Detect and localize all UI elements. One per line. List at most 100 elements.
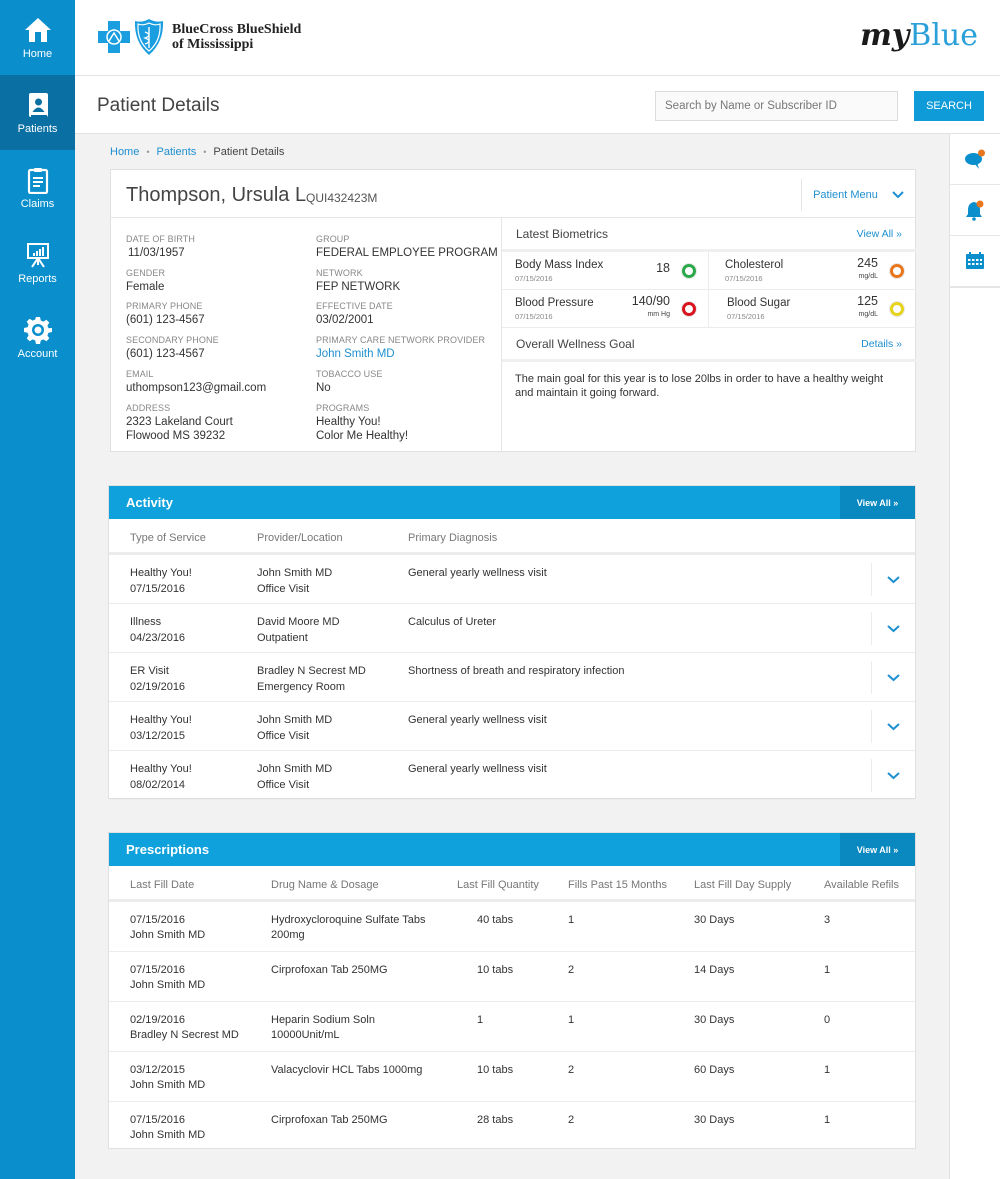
biometric-date: 07/15/2016: [515, 274, 553, 283]
chevron-down-icon: [887, 673, 900, 681]
prescription-row[interactable]: 07/15/2016 John Smith MD Cirprofoxan Tab…: [109, 1102, 915, 1152]
provider-name: John Smith MD: [257, 763, 333, 775]
biometric-body-mass-index: Body Mass Index 07/15/2016 18: [502, 252, 709, 290]
available-refills: 1: [824, 964, 831, 976]
expand-row-button[interactable]: [871, 563, 915, 596]
prescription-row[interactable]: 07/15/2016 John Smith MD Cirprofoxan Tab…: [109, 952, 915, 1002]
field-label: PROGRAMS: [316, 403, 370, 413]
drug-name: Cirprofoxan Tab 250MG: [271, 964, 388, 976]
clipboard-icon: [27, 167, 48, 194]
sidebar-item-home[interactable]: Home: [0, 0, 75, 75]
page-bar: Patient Details SEARCH: [75, 76, 1000, 134]
prescriptions-title: Prescriptions: [126, 842, 210, 857]
biometric-value: 140/90 mm Hg: [632, 295, 670, 321]
biometric-name: Blood Sugar: [727, 297, 791, 309]
bell-notification-icon: [966, 200, 984, 221]
fills-past-15-months: 2: [568, 964, 575, 976]
last-fill-date: 03/12/2015: [130, 1064, 186, 1076]
field-value: uthompson123@gmail.com: [126, 382, 267, 394]
activity-table-header: Type of Service Provider/Location Primar…: [109, 519, 915, 555]
biometric-value: 18: [656, 262, 670, 275]
field-primary-phone: PRIMARY PHONE (601) 123-4567: [126, 301, 205, 327]
field-label: EFFECTIVE DATE: [316, 301, 393, 311]
search-button[interactable]: SEARCH: [914, 91, 984, 121]
biometric-name: Blood Pressure: [515, 297, 594, 309]
expand-row-button[interactable]: [871, 661, 915, 694]
presentation-chart-icon: [26, 242, 49, 268]
service-date: 04/23/2016: [130, 632, 186, 644]
last-fill-day-supply: 60 Days: [694, 1064, 735, 1076]
biometric-unit: mm Hg: [647, 311, 670, 318]
column-header: Last Fill Quantity: [457, 879, 539, 891]
sidebar-item-label: Reports: [18, 272, 57, 285]
activity-row[interactable]: Healthy You! 07/15/2016 John Smith MD Of…: [109, 555, 915, 604]
chevron-down-icon: [887, 575, 900, 583]
rail-notifications[interactable]: [950, 185, 1000, 236]
column-header: Drug Name & Dosage: [271, 879, 379, 891]
field-value: 2323 Lakeland Court: [126, 416, 233, 428]
activity-view-all-button[interactable]: View All »: [840, 486, 915, 519]
prescriber-name: John Smith MD: [130, 929, 206, 941]
prescription-row[interactable]: 07/15/2016 John Smith MD Hydroxycloroqui…: [109, 902, 915, 952]
breadcrumb-home[interactable]: Home: [110, 146, 139, 159]
chevron-down-icon: [887, 771, 900, 779]
sidebar-item-reports[interactable]: Reports: [0, 225, 75, 300]
biometric-date: 07/15/2016: [727, 312, 765, 321]
sidebar-item-label: Account: [17, 347, 58, 360]
primary-diagnosis: General yearly wellness visit: [408, 714, 547, 726]
column-header: Fills Past 15 Months: [568, 879, 668, 891]
wellness-goal-text: The main goal for this year is to lose 2…: [515, 373, 884, 399]
wellness-details-link[interactable]: Details »: [861, 338, 902, 350]
status-ring-icon: [682, 264, 696, 278]
drug-name: Valacyclovir HCL Tabs 1000mg: [271, 1064, 423, 1076]
provider-location: Office Visit: [257, 583, 310, 595]
rail-calendar[interactable]: [950, 236, 1000, 287]
activity-row[interactable]: ER Visit 02/19/2016 Bradley N Secrest MD…: [109, 653, 915, 702]
activity-row[interactable]: Illness 04/23/2016 David Moore MD Outpat…: [109, 604, 915, 653]
prescription-row[interactable]: 03/12/2015 John Smith MD Valacyclovir HC…: [109, 1052, 915, 1102]
field-label: EMAIL: [126, 369, 154, 379]
sidebar-item-patients[interactable]: Patients: [0, 75, 75, 150]
brand-my: my: [860, 18, 910, 53]
breadcrumb-patients[interactable]: Patients: [157, 146, 197, 159]
rail-messages[interactable]: [950, 134, 1000, 185]
prescription-row[interactable]: 02/19/2016 Bradley N Secrest MD Heparin …: [109, 1002, 915, 1052]
field-address: ADDRESS 2323 Lakeland Court Flowood MS 3…: [126, 403, 233, 443]
expand-row-button[interactable]: [871, 759, 915, 792]
prescriptions-view-all-button[interactable]: View All »: [840, 833, 915, 866]
page-title: Patient Details: [97, 95, 220, 116]
primary-diagnosis: General yearly wellness visit: [408, 763, 547, 775]
expand-row-button[interactable]: [871, 710, 915, 743]
activity-row[interactable]: Healthy You! 08/02/2014 John Smith MD Of…: [109, 751, 915, 800]
activity-row[interactable]: Healthy You! 03/12/2015 John Smith MD Of…: [109, 702, 915, 751]
field-value: Healthy You!: [316, 416, 381, 428]
prescriber-name: John Smith MD: [130, 1129, 206, 1141]
last-fill-quantity: 10 tabs: [477, 1064, 514, 1076]
biometric-blood-sugar: Blood Sugar 07/15/2016 125 mg/dL: [709, 290, 916, 328]
provider-location: Emergency Room: [257, 681, 346, 693]
myblue-brand: myBlue: [860, 18, 978, 53]
last-fill-date: 07/15/2016: [130, 1114, 186, 1126]
patient-menu-button[interactable]: Patient Menu: [801, 179, 915, 211]
last-fill-date: 07/15/2016: [130, 914, 186, 926]
column-header: Last Fill Date: [130, 879, 195, 891]
activity-header: Activity View All »: [109, 486, 915, 519]
primary-diagnosis: Shortness of breath and respiratory infe…: [408, 665, 625, 677]
field-value: FEP NETWORK: [316, 281, 401, 293]
bcbs-logo[interactable]: BlueCross BlueShield of Mississippi: [96, 18, 301, 56]
provider-name: John Smith MD: [257, 567, 333, 579]
column-header: Last Fill Day Supply: [694, 879, 792, 891]
primary-care-provider-link[interactable]: John Smith MD: [316, 347, 485, 361]
provider-name: David Moore MD: [257, 616, 340, 628]
provider-name: John Smith MD: [257, 714, 333, 726]
biometrics-grid: Body Mass Index 07/15/2016 18 Cholestero…: [502, 252, 916, 328]
field-network: NETWORK FEP NETWORK: [316, 268, 400, 294]
sidebar-item-claims[interactable]: Claims: [0, 150, 75, 225]
sidebar-item-account[interactable]: Account: [0, 300, 75, 375]
expand-row-button[interactable]: [871, 612, 915, 645]
field-email: EMAIL uthompson123@gmail.com: [126, 369, 266, 395]
search-input[interactable]: [655, 91, 898, 121]
biometrics-view-all-link[interactable]: View All »: [857, 228, 902, 240]
biometrics-title: Latest Biometrics: [516, 226, 609, 241]
provider-location: Office Visit: [257, 779, 310, 791]
